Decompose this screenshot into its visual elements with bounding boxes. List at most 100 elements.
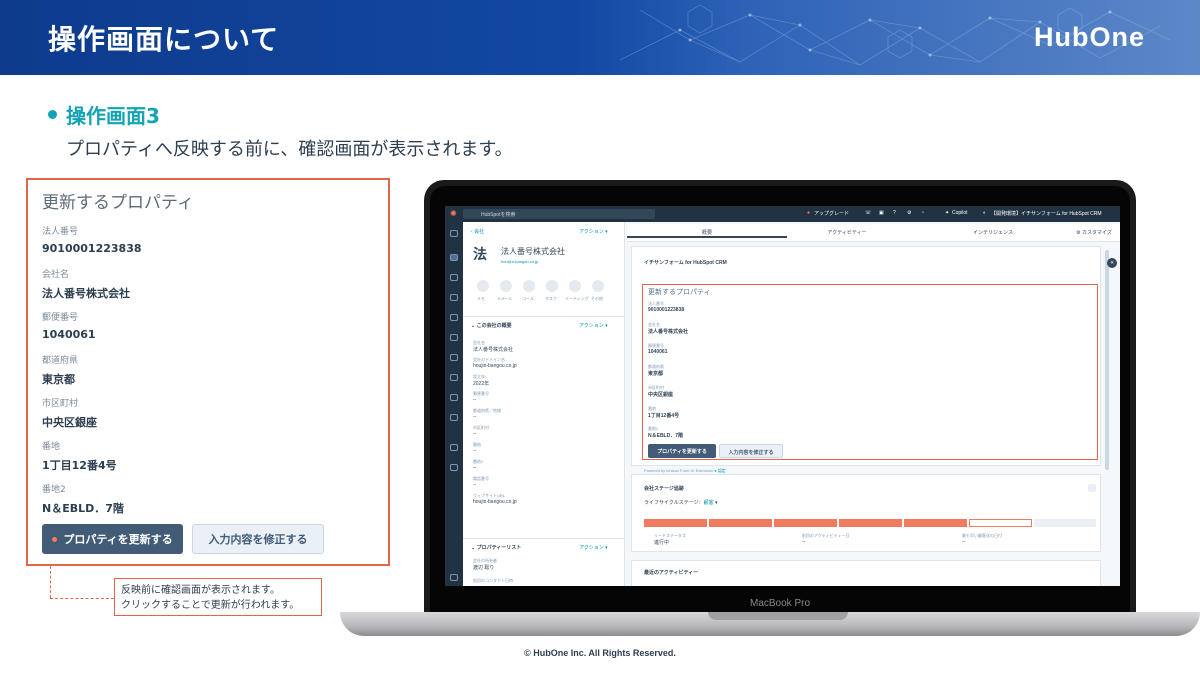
back-to-companies-link[interactable]: ‹ 会社 xyxy=(471,228,484,235)
property-list-toggle[interactable]: ⌄ プロパティーリスト xyxy=(471,544,521,551)
fix-input-button-mini[interactable]: 入力内容を修正する xyxy=(719,444,783,458)
email-icon[interactable] xyxy=(500,280,512,292)
about-field: 会社のドメイン名 houjin-bangou.co.jp xyxy=(473,357,623,374)
quick-action-label: ミーティング xyxy=(565,296,589,301)
about-field-value[interactable]: houjin-bangou.co.jp xyxy=(473,363,623,369)
tab-overview[interactable]: 概要 xyxy=(627,224,787,238)
nav-automation-icon[interactable] xyxy=(450,394,458,401)
nav-apps-icon[interactable] xyxy=(450,444,458,451)
about-field-value[interactable]: 法人番号株式会社 xyxy=(473,346,623,353)
tab-activity[interactable]: アクティビティー xyxy=(767,224,927,238)
company-name: 法人番号株式会社 xyxy=(501,247,565,256)
meeting-icon[interactable] xyxy=(569,280,581,292)
page-title: 操作画面について xyxy=(48,23,280,56)
upgrade-link[interactable]: アップグレード xyxy=(814,210,849,217)
more-icon[interactable] xyxy=(592,280,604,292)
help-icon[interactable]: ? xyxy=(893,210,896,216)
nav-library-icon[interactable] xyxy=(450,464,458,471)
stage-segment xyxy=(644,519,707,527)
settings-icon[interactable]: ⚙ xyxy=(907,210,911,216)
callout-note: 反映前に確認画面が表示されます。 クリックすることで更新が行われます。 xyxy=(114,578,322,616)
customize-link[interactable]: ⚙ カスタマイズ xyxy=(1067,224,1120,238)
about-field-value[interactable]: -- xyxy=(473,482,623,488)
about-section-toggle[interactable]: ⌄ この会社の概要 xyxy=(471,322,512,329)
scrollbar[interactable] xyxy=(1105,250,1109,470)
nav-reports-icon[interactable] xyxy=(450,414,458,421)
about-field-value[interactable]: -- xyxy=(473,448,623,454)
notification-icon[interactable]: ◔ xyxy=(921,210,924,216)
property-list-title: プロパティーリスト xyxy=(476,545,522,551)
field-label: 番地2 xyxy=(42,485,66,495)
nav-commerce-icon[interactable] xyxy=(450,334,458,341)
about-field-value[interactable]: houjin-bangou.co.jp xyxy=(473,499,623,505)
note-icon[interactable] xyxy=(477,280,489,292)
marketplace-icon[interactable]: ▣ xyxy=(879,210,884,216)
property-list-actions-menu[interactable]: アクション ▾ xyxy=(579,544,608,551)
task-icon[interactable] xyxy=(546,280,558,292)
lifecycle-value[interactable]: 顧客 xyxy=(704,500,714,506)
call-icon[interactable] xyxy=(523,280,535,292)
copilot-icon: ✦ xyxy=(945,210,950,216)
global-search-input[interactable]: HubSpotを検索 xyxy=(463,209,655,219)
quick-action-label: その他 xyxy=(591,296,603,301)
about-actions-menu[interactable]: アクション ▾ xyxy=(579,322,608,329)
form-field: 郵便番号 1040061 xyxy=(648,343,667,355)
ichisan-form-card: イチサンフォーム for HubSpot CRM 更新するプロパティ 法人番号 9… xyxy=(631,246,1101,473)
company-domain[interactable]: hou@n-bangou.co.jp xyxy=(501,259,538,264)
field-label: 法人番号 xyxy=(42,227,79,237)
section-heading-text: 操作画面3 xyxy=(66,104,160,128)
nav-collapse-icon[interactable] xyxy=(450,574,458,581)
form-field-value: 法人番号株式会社 xyxy=(648,329,689,335)
hubspot-screen: ✺ HubSpotを検索 ● アップグレード ☏ ▣ ? ⚙ ◔ ✦ Copil… xyxy=(445,206,1120,586)
field-value: N＆EBLD．7階 xyxy=(42,502,124,515)
about-field-value[interactable]: -- xyxy=(473,431,623,437)
nav-service-icon[interactable] xyxy=(450,354,458,361)
verified-icon: ● xyxy=(714,468,717,473)
callout-connector xyxy=(50,566,51,598)
form-field-value: 1丁目12番4号 xyxy=(648,413,680,419)
about-field: 都道府県／地域 -- xyxy=(473,408,623,425)
tab-intelligence[interactable]: インテリジェンス xyxy=(913,224,1073,238)
stage-col: 最も早い顧客化の日付 -- xyxy=(962,533,1002,545)
about-fields: 会社名 法人番号株式会社 会社のドメイン名 houjin-bangou.co.jp … xyxy=(473,340,623,510)
upgrade-icon: ● xyxy=(807,210,811,216)
update-property-button[interactable]: プロパティを更新する xyxy=(42,524,183,554)
nav-sales-icon[interactable] xyxy=(450,314,458,321)
field-city: 市区町村 中央区銀座 xyxy=(42,396,97,430)
phone-icon[interactable]: ☏ xyxy=(865,210,871,216)
fix-input-button[interactable]: 入力内容を修正する xyxy=(192,524,324,554)
about-field-value[interactable]: 2022年 xyxy=(473,380,623,387)
about-field-value[interactable]: -- xyxy=(473,397,623,403)
stage-settings-icon[interactable] xyxy=(1088,484,1096,492)
nav-content-icon[interactable] xyxy=(450,294,458,301)
nav-data-icon[interactable] xyxy=(450,374,458,381)
lifecycle-stage: ライフサイクルステージ：顧客 ▾ xyxy=(644,500,718,506)
about-field-value[interactable]: -- xyxy=(473,414,623,420)
copilot-link[interactable]: Copilot xyxy=(952,210,968,216)
form-field: 都道府県 東京都 xyxy=(648,364,664,377)
account-menu[interactable]: 【開発環境】イチサンフォーム for HubSpot CRM xyxy=(991,210,1102,217)
nav-crm-icon[interactable] xyxy=(450,254,458,261)
tab-bar: 概要 アクティビティー インテリジェンス ⚙ カスタマイズ xyxy=(627,224,1120,242)
about-field-value[interactable]: -- xyxy=(473,465,623,471)
company-stage-card: 会社ステージ追跡 ライフサイクルステージ：顧客 ▾ リードステータス 進行中 前回… xyxy=(631,474,1101,552)
update-property-button-mini[interactable]: プロパティを更新する xyxy=(648,444,716,458)
actions-menu[interactable]: アクション ▾ xyxy=(579,228,608,235)
form-field-value: N＆EBLD．7階 xyxy=(648,433,684,439)
field-label: 都道府県 xyxy=(42,356,79,366)
stage-segment xyxy=(774,519,837,527)
property-field-value[interactable]: 渡辺 聡り xyxy=(473,564,497,571)
nav-bookmark-icon[interactable] xyxy=(450,230,458,237)
nav-marketing-icon[interactable] xyxy=(450,274,458,281)
field-label: 郵便番号 xyxy=(42,313,79,323)
stage-col-value: -- xyxy=(802,539,806,545)
app-card-title: イチサンフォーム for HubSpot CRM xyxy=(644,260,727,266)
form-field-value: 9010001223838 xyxy=(648,307,685,313)
field-value: 中央区銀座 xyxy=(42,416,97,429)
collapse-panel-icon[interactable]: « xyxy=(1107,258,1117,268)
form-field-value: 東京都 xyxy=(648,371,664,377)
hubspot-logo-icon: ✺ xyxy=(450,209,457,218)
field-value: 法人番号株式会社 xyxy=(42,287,130,300)
lifecycle-label: ライフサイクルステージ： xyxy=(644,500,704,506)
form-field-value: 1040061 xyxy=(648,349,668,355)
